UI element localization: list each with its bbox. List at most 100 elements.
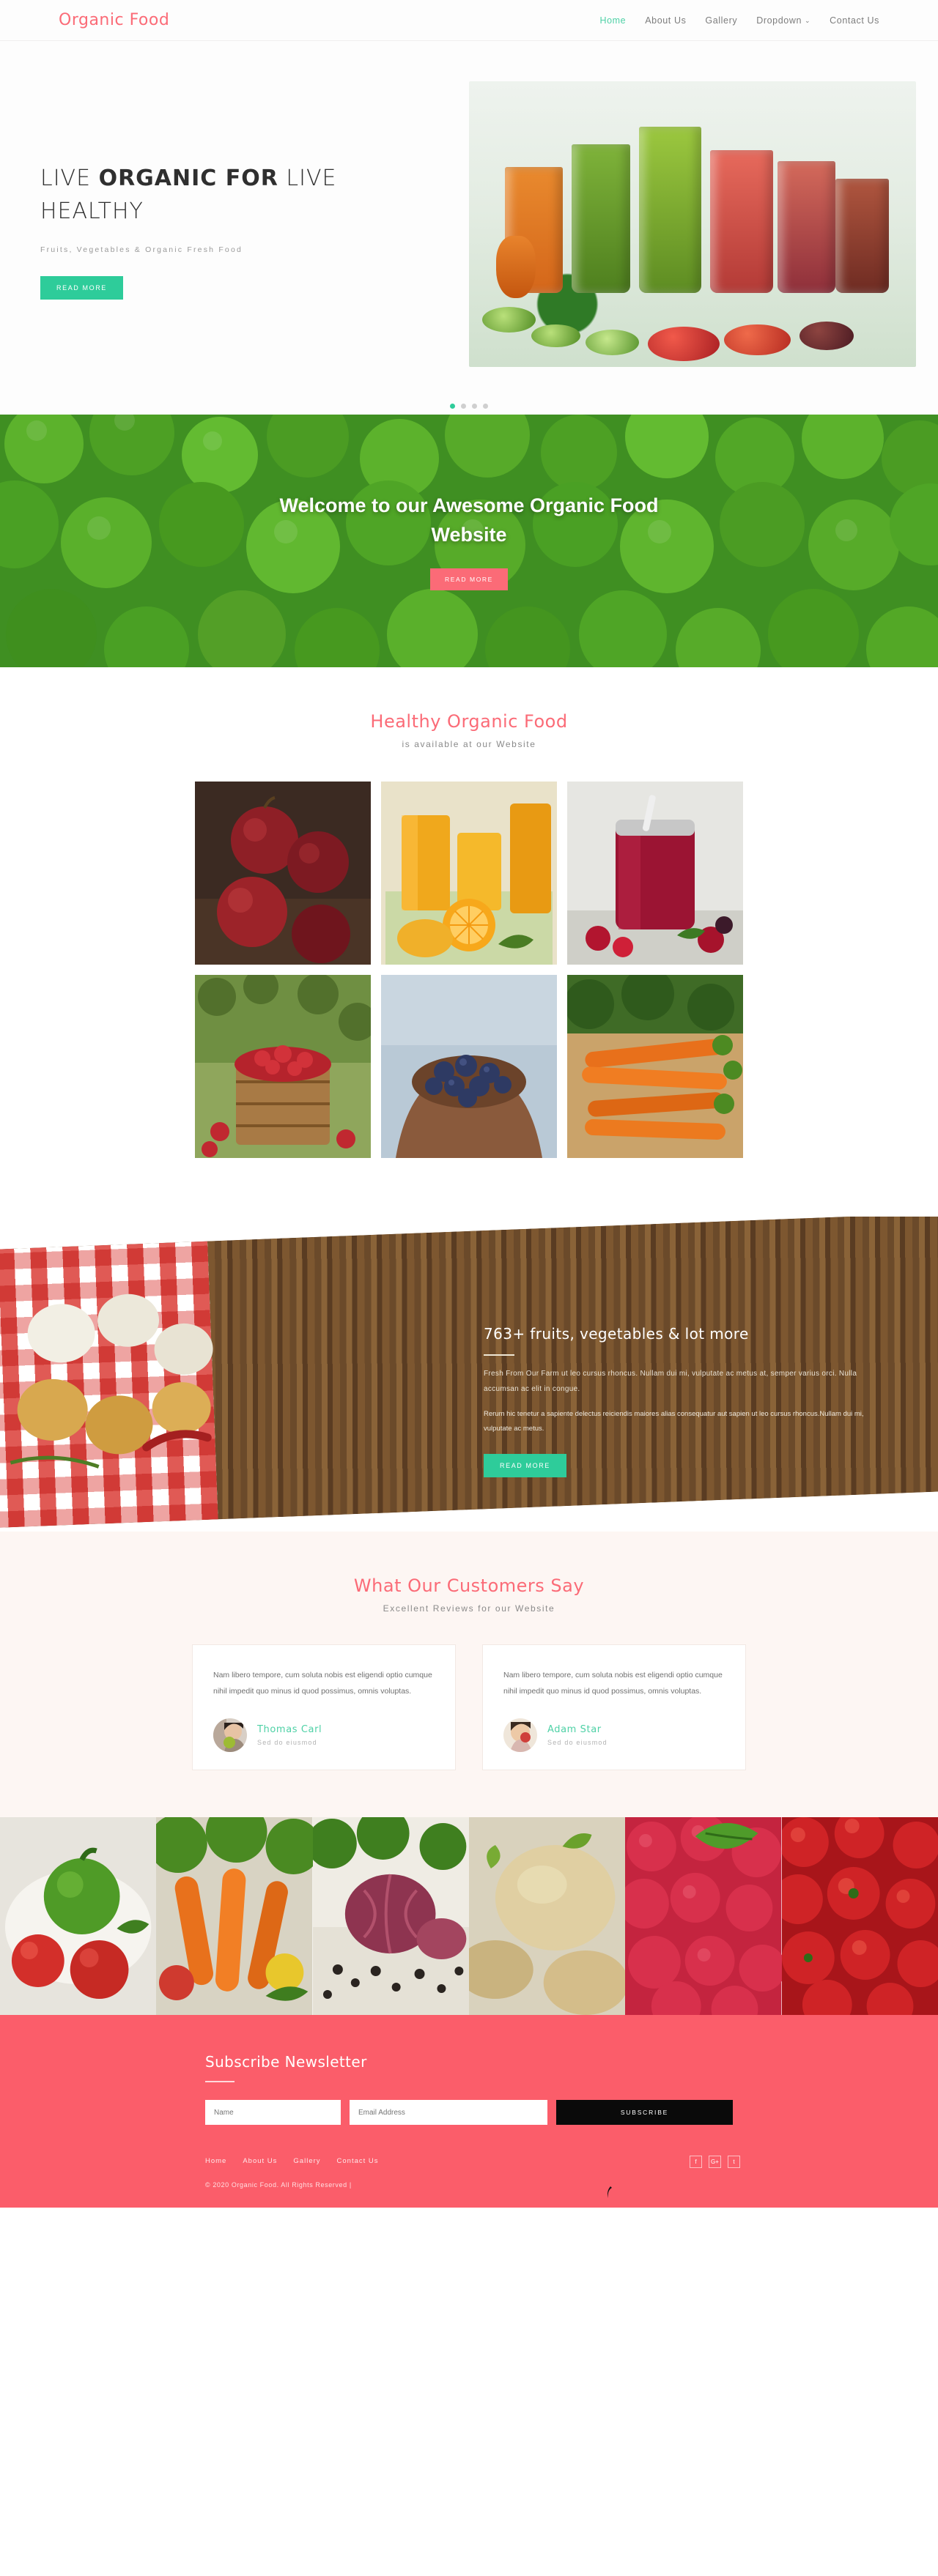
testimonials-title: What Our Customers Say — [353, 1575, 585, 1596]
hero-dot-2[interactable] — [461, 404, 466, 409]
hero-slider: LIVE ORGANIC FOR LIVE HEALTHY Fruits, Ve… — [0, 41, 938, 415]
strip-item-raspberries[interactable] — [625, 1817, 782, 2016]
red-apples-image — [195, 782, 371, 965]
farm-promo-paragraph: Fresh From Our Farm ut leo cursus rhoncu… — [484, 1370, 857, 1393]
testimonials-section: What Our Customers Say Excellent Reviews… — [0, 1532, 938, 1818]
gallery-item-orange-juice[interactable] — [381, 782, 557, 965]
green-pepper-tomatoes-image — [0, 1817, 157, 2016]
hero-slider-dots[interactable] — [450, 404, 488, 409]
welcome-title: Welcome to our Awesome Organic Food Webs… — [279, 494, 659, 546]
newsletter-name-input[interactable] — [205, 2100, 341, 2126]
gallery-item-berry-smoothie[interactable] — [567, 782, 743, 965]
newsletter-form: SUBSCRIBE — [205, 2100, 733, 2126]
site-footer: Home About Us Gallery Contact Us © 2020 … — [0, 2150, 938, 2208]
gallery-item-blueberries-hands[interactable] — [381, 975, 557, 1158]
strip-item-cherry-tomatoes[interactable] — [781, 1817, 938, 2016]
testimonial-quote: Nam libero tempore, cum soluta nobis est… — [213, 1671, 432, 1696]
hero-read-more-button[interactable]: READ MORE — [40, 276, 123, 300]
red-onion-peppercorns-image — [312, 1817, 469, 2016]
nav-item-dropdown[interactable]: Dropdown ⌄ — [756, 15, 810, 26]
avatar — [503, 1718, 537, 1753]
welcome-banner: Welcome to our Awesome Organic Food Webs… — [0, 415, 938, 667]
cranberries-basket-image — [195, 975, 371, 1158]
hero-dot-1[interactable] — [450, 404, 455, 409]
testimonial-quote: Nam libero tempore, cum soluta nobis est… — [503, 1671, 723, 1696]
footer-link-home[interactable]: Home — [205, 2157, 226, 2165]
strip-item-carrots[interactable] — [156, 1817, 313, 2016]
testimonial-card: Nam libero tempore, cum soluta nobis est… — [482, 1644, 746, 1771]
farm-promo-read-more-button[interactable]: READ MORE — [484, 1453, 566, 1477]
raspberries-leaf-image — [625, 1817, 782, 2016]
gallery-item-carrots[interactable] — [567, 975, 743, 1158]
newsletter-section: Subscribe Newsletter SUBSCRIBE — [0, 2015, 938, 2150]
avatar-woman-with-apple — [213, 1718, 247, 1753]
facebook-icon[interactable]: f — [690, 2156, 702, 2169]
avatar — [213, 1718, 247, 1753]
copyright-text: © 2020 Organic Food. All Rights Reserved… — [205, 2181, 352, 2189]
hero-image-juices — [469, 81, 916, 367]
blueberries-in-hands-image — [381, 975, 557, 1158]
testimonial-role: Sed do eiusmod — [257, 1739, 317, 1747]
farm-promo-copy: 763+ fruits, vegetables & lot more Fresh… — [484, 1325, 865, 1477]
testimonial-author: Adam Star Sed do eiusmod — [503, 1718, 725, 1753]
cherry-tomatoes-image — [781, 1817, 938, 2016]
strip-item-peppers-tomatoes[interactable] — [0, 1817, 157, 2016]
footer-navigation: Home About Us Gallery Contact Us — [205, 2157, 733, 2165]
footer-link-about-us[interactable]: About Us — [243, 2157, 277, 2165]
testimonial-name: Adam Star — [547, 1724, 602, 1736]
potatoes-turnip-image — [468, 1817, 626, 2016]
social-links: f G+ t — [690, 2156, 740, 2169]
newsletter-subscribe-button[interactable]: SUBSCRIBE — [556, 2100, 733, 2126]
footer-link-gallery[interactable]: Gallery — [293, 2157, 320, 2165]
gallery-item-cranberry-basket[interactable] — [195, 975, 371, 1158]
carrots-vegetables-image — [156, 1817, 313, 2016]
gallery-subtitle: is available at our Website — [402, 739, 536, 749]
newsletter-title: Subscribe Newsletter — [205, 2053, 367, 2071]
chevron-down-icon: ⌄ — [805, 16, 811, 24]
title-rule — [484, 1354, 514, 1356]
fresh-carrots-image — [567, 975, 743, 1158]
gallery-item-apples[interactable] — [195, 782, 371, 965]
farm-promo-title: 763+ fruits, vegetables & lot more — [484, 1325, 749, 1343]
twitter-icon[interactable]: t — [728, 2156, 740, 2169]
testimonial-author: Thomas Carl Sed do eiusmod — [213, 1718, 435, 1753]
nav-item-home[interactable]: Home — [599, 15, 626, 26]
hero-copy: LIVE ORGANIC FOR LIVE HEALTHY Fruits, Ve… — [40, 162, 348, 300]
newsletter-email-input[interactable] — [350, 2100, 547, 2126]
strip-item-potatoes[interactable] — [468, 1817, 626, 2016]
site-header: Organic Food Home About Us Gallery Dropd… — [0, 0, 938, 41]
nav-item-about-us[interactable]: About Us — [645, 15, 686, 26]
nav-item-gallery[interactable]: Gallery — [705, 15, 737, 26]
testimonial-name: Thomas Carl — [257, 1724, 322, 1736]
avatar-person-eating — [503, 1718, 537, 1753]
gallery-grid — [191, 782, 747, 1158]
testimonial-card: Nam libero tempore, cum soluta nobis est… — [192, 1644, 456, 1771]
juice-photo — [469, 81, 916, 367]
hero-title-pre: LIVE — [40, 166, 99, 191]
berry-smoothie-image — [567, 782, 743, 965]
footer-link-contact-us[interactable]: Contact Us — [337, 2157, 379, 2165]
farm-promo-banner: 763+ fruits, vegetables & lot more Fresh… — [0, 1217, 938, 1532]
hero-dot-4[interactable] — [483, 404, 488, 409]
hero-title: LIVE ORGANIC FOR LIVE HEALTHY — [40, 162, 348, 228]
photo-strip — [0, 1817, 938, 2016]
orange-juice-image — [381, 782, 557, 965]
hero-title-bold: ORGANIC FOR — [98, 166, 278, 191]
onions-and-garlic-image — [10, 1293, 213, 1469]
testimonial-cards: Nam libero tempore, cum soluta nobis est… — [0, 1644, 938, 1771]
testimonial-role: Sed do eiusmod — [547, 1739, 608, 1747]
hero-subtitle: Fruits, Vegetables & Organic Fresh Food — [40, 245, 243, 254]
main-navigation: Home About Us Gallery Dropdown ⌄ Contact … — [599, 15, 879, 26]
strip-item-red-onion[interactable] — [312, 1817, 469, 2016]
google-plus-icon[interactable]: G+ — [709, 2156, 721, 2169]
gallery-title: Healthy Organic Food — [370, 711, 568, 732]
welcome-read-more-button[interactable]: READ MORE — [430, 568, 508, 590]
newsletter-rule — [205, 2081, 234, 2083]
testimonials-subtitle: Excellent Reviews for our Website — [383, 1603, 555, 1614]
hero-dot-3[interactable] — [472, 404, 477, 409]
site-brand[interactable]: Organic Food — [59, 11, 169, 29]
nav-item-dropdown-label: Dropdown — [756, 15, 802, 26]
farm-promo-paragraph-2: Rerum hic tenetur a sapiente delectus re… — [484, 1410, 864, 1433]
back-to-top-icon[interactable] — [605, 2186, 616, 2199]
nav-item-contact-us[interactable]: Contact Us — [830, 15, 879, 26]
